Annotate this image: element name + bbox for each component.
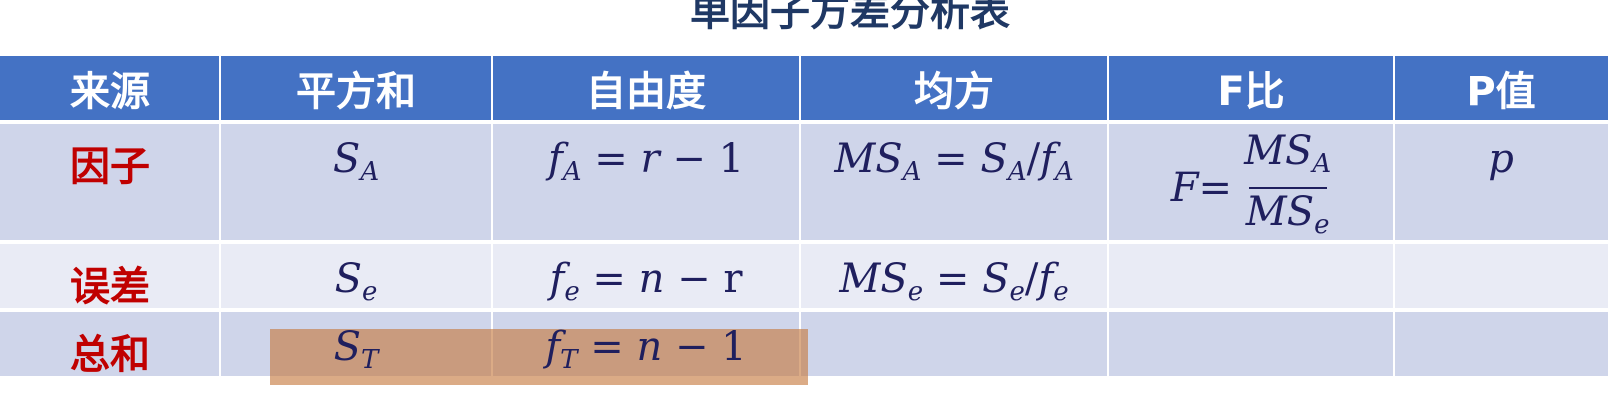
header-p-value: P值 bbox=[1394, 56, 1608, 120]
row-divider bbox=[0, 120, 1608, 124]
f-ratio-error bbox=[1108, 244, 1394, 308]
header-sum-of-squares: 平方和 bbox=[220, 56, 492, 120]
anova-slide: 单因子方差分析表 来源 平方和 自由度 均方 F比 P值 因子 SA fA = … bbox=[0, 0, 1608, 404]
page-title: 单因子方差分析表 bbox=[690, 0, 1010, 35]
f-ratio-total bbox=[1108, 312, 1394, 376]
header-source: 来源 bbox=[0, 56, 220, 120]
source-error: 误差 bbox=[0, 244, 220, 310]
sum-sq-factor: SA bbox=[220, 124, 492, 240]
column-divider bbox=[219, 56, 221, 376]
p-value-error bbox=[1394, 244, 1608, 308]
header-f-ratio: F比 bbox=[1108, 56, 1394, 120]
header-mean-square: 均方 bbox=[800, 56, 1108, 120]
row-divider bbox=[0, 308, 1608, 312]
row-divider bbox=[0, 240, 1608, 244]
df-factor: fA = r − 1 bbox=[492, 124, 800, 240]
column-divider bbox=[491, 56, 493, 376]
p-value-total bbox=[1394, 312, 1608, 376]
column-divider bbox=[1107, 56, 1109, 376]
ms-factor: MSA = SA/fA bbox=[800, 124, 1108, 240]
column-divider bbox=[799, 56, 801, 376]
source-factor: 因子 bbox=[0, 124, 220, 240]
sum-sq-error: Se bbox=[220, 244, 492, 308]
p-value-factor: p bbox=[1394, 124, 1608, 240]
f-ratio-factor: F = MSA MSe bbox=[1108, 124, 1394, 240]
column-divider bbox=[1393, 56, 1395, 376]
fraction: MSA MSe bbox=[1244, 128, 1332, 240]
source-total: 总和 bbox=[0, 312, 220, 378]
df-error: fe = n − r bbox=[492, 244, 800, 308]
ms-total bbox=[800, 312, 1108, 376]
header-degrees-of-freedom: 自由度 bbox=[492, 56, 800, 120]
ms-error: MSe = Se/fe bbox=[800, 244, 1108, 308]
